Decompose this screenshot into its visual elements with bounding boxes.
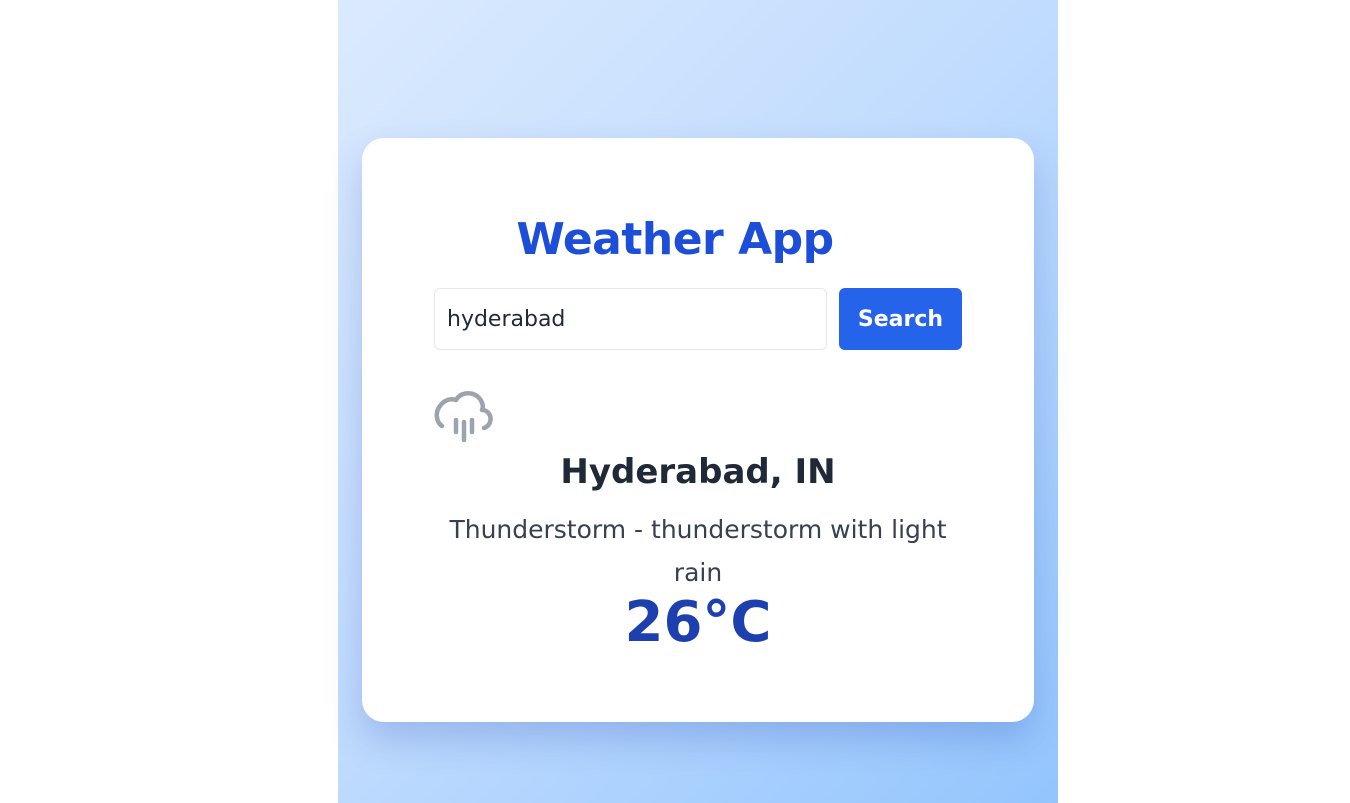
page-title: Weather App: [516, 214, 834, 265]
search-button[interactable]: Search: [839, 288, 962, 350]
temperature-value: 26°C: [624, 590, 772, 655]
search-input[interactable]: [434, 288, 827, 350]
cloud-rain-icon: [434, 388, 494, 448]
weather-description: Thunderstorm - thunderstorm with light r…: [449, 515, 947, 587]
city-name: Hyderabad, IN: [560, 452, 836, 492]
